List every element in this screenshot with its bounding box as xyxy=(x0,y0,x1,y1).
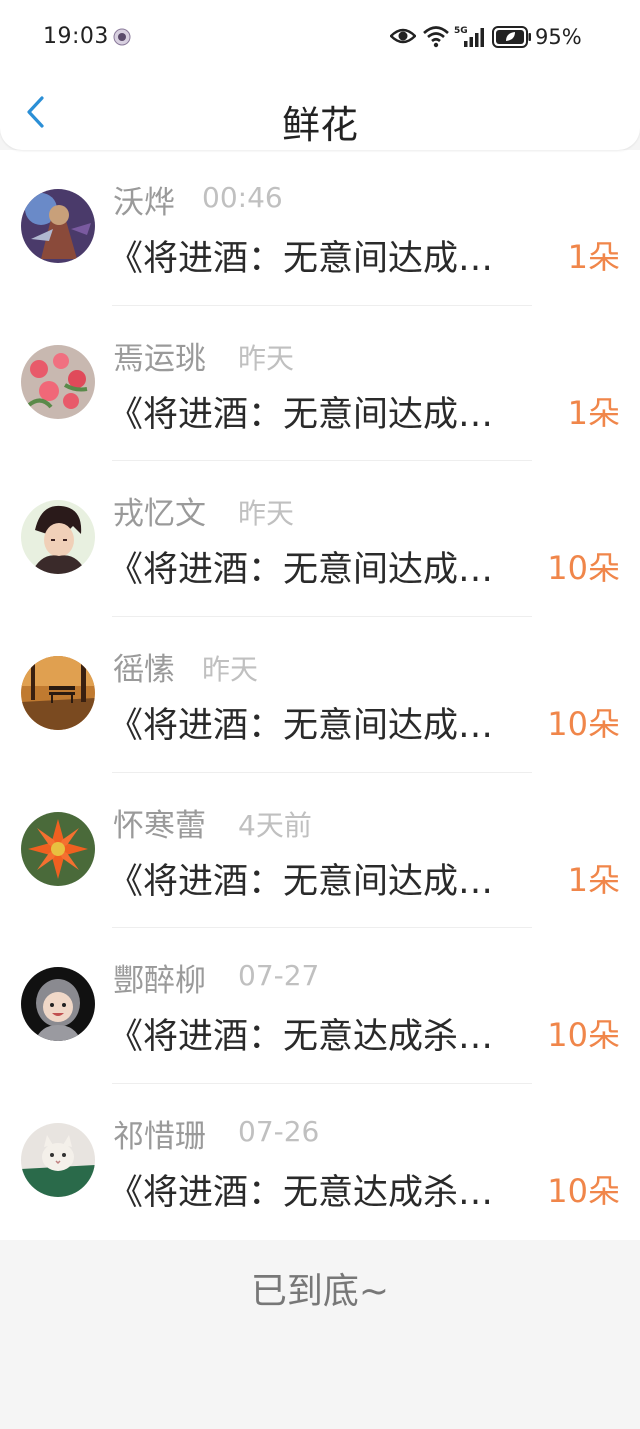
user-name: 戎忆文 xyxy=(113,496,206,533)
svg-text:5G: 5G xyxy=(454,26,468,36)
item-time: 4天前 xyxy=(238,808,312,842)
user-name: 怀寒蕾 xyxy=(113,807,206,844)
list-item[interactable]: 徭愫 昨天 《将进酒：无意间达成… 10朵 xyxy=(0,617,640,773)
list-item[interactable]: 祁惜珊 07-26 《将进酒：无意达成杀… 10朵 xyxy=(0,1084,640,1240)
list-item[interactable]: 焉运珧 昨天 《将进酒：无意间达成… 1朵 xyxy=(0,306,640,462)
list-item[interactable]: 沃烨 00:46 《将进酒：无意间达成… 1朵 xyxy=(0,150,640,306)
flower-count: 1朵 xyxy=(567,238,620,276)
work-title: 《将进酒：无意达成杀… xyxy=(108,1017,494,1058)
battery-icon xyxy=(492,26,532,52)
battery-percent: 95% xyxy=(535,25,582,49)
user-name: 沃烨 xyxy=(113,185,175,221)
avatar[interactable] xyxy=(21,967,95,1042)
item-time: 07-26 xyxy=(238,1115,320,1149)
list-item[interactable]: 戎忆文 昨天 《将进酒：无意间达成… 10朵 xyxy=(0,461,640,618)
status-bar: 19:03 5G 95% xyxy=(0,0,640,74)
user-name: 徭愫 xyxy=(113,652,175,689)
item-time: 昨天 xyxy=(202,653,259,687)
avatar[interactable] xyxy=(21,344,95,419)
status-time: 19:03 xyxy=(43,24,109,49)
list-item[interactable]: 怀寒蕾 4天前 《将进酒：无意间达成… 1朵 xyxy=(0,773,640,929)
avatar[interactable] xyxy=(21,189,95,263)
avatar[interactable] xyxy=(21,500,95,575)
item-time: 07-27 xyxy=(238,959,320,993)
signal-5g-icon: 5G xyxy=(454,24,488,54)
flower-count: 10朵 xyxy=(547,1172,620,1211)
end-of-list-text: 已到底~ xyxy=(250,1271,390,1312)
flower-count: 10朵 xyxy=(547,549,620,588)
header: 19:03 5G 95% 鲜花 xyxy=(0,0,640,150)
work-title: 《将进酒：无意间达成… xyxy=(108,239,494,279)
item-time: 昨天 xyxy=(238,497,295,531)
user-name: 焉运珧 xyxy=(113,340,206,377)
work-title: 《将进酒：无意间达成… xyxy=(108,706,494,747)
work-title: 《将进酒：无意达成杀… xyxy=(108,1173,494,1214)
item-time: 昨天 xyxy=(238,341,295,375)
list-item[interactable]: 酆醉柳 07-27 《将进酒：无意达成杀… 10朵 xyxy=(0,928,640,1085)
wifi-icon xyxy=(422,24,450,52)
page-title: 鲜花 xyxy=(281,103,358,147)
work-title: 《将进酒：无意间达成… xyxy=(108,861,494,902)
item-time: 00:46 xyxy=(202,181,283,214)
user-name: 祁惜珊 xyxy=(113,1119,206,1156)
flower-count: 1朵 xyxy=(567,860,620,899)
nav-bar: 鲜花 xyxy=(0,74,640,150)
flower-count: 10朵 xyxy=(547,705,620,744)
flower-list: 沃烨 00:46 《将进酒：无意间达成… 1朵 焉运珧 昨天 《将进酒：无意间达… xyxy=(0,150,640,1240)
flower-count: 1朵 xyxy=(567,393,620,432)
avatar[interactable] xyxy=(21,811,95,886)
work-title: 《将进酒：无意间达成… xyxy=(108,394,494,435)
avatar[interactable] xyxy=(21,1123,95,1198)
avatar[interactable] xyxy=(21,656,95,731)
flower-count: 10朵 xyxy=(547,1016,620,1055)
app-notification-icon xyxy=(112,27,132,51)
work-title: 《将进酒：无意间达成… xyxy=(108,550,494,591)
eye-icon xyxy=(389,26,417,50)
status-icons: 5G 95% xyxy=(389,22,600,54)
user-name: 酆醉柳 xyxy=(113,963,206,1000)
